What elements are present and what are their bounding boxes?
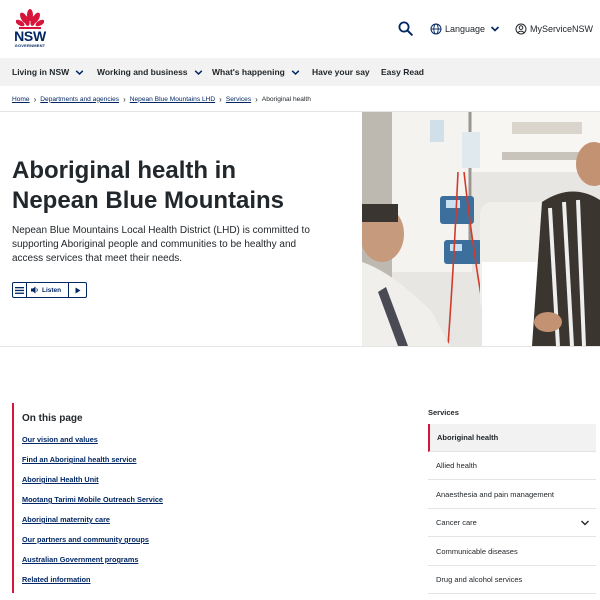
hero-photo — [362, 112, 600, 346]
main-navigation: Living in NSW Working and business What'… — [0, 58, 600, 86]
nav-item-label: Have your say — [312, 67, 370, 77]
logo-wordmark: NSW — [14, 28, 46, 44]
services-item-label: Communicable diseases — [436, 547, 518, 556]
services-item-anaesthesia[interactable]: Anaesthesia and pain management — [428, 481, 596, 509]
services-item-label: Aboriginal health — [437, 433, 499, 442]
play-icon — [75, 287, 80, 293]
chevron-right-icon: › — [219, 94, 222, 104]
menu-icon[interactable] — [13, 283, 27, 297]
listen-player[interactable]: Listen — [12, 282, 87, 298]
breadcrumb: Home › Departments and agencies › Nepean… — [12, 94, 311, 104]
search-icon[interactable] — [398, 21, 413, 36]
on-this-page-link[interactable]: Aboriginal maternity care — [22, 515, 110, 524]
nav-item-label: Easy Read — [381, 67, 424, 77]
nav-item-working-and-business[interactable]: Working and business — [97, 58, 203, 86]
globe-icon — [430, 23, 442, 35]
chevron-down-icon — [75, 69, 84, 75]
myservicensw-link[interactable]: MyServiceNSW — [515, 21, 593, 37]
chevron-right-icon: › — [255, 94, 258, 104]
services-heading: Services — [428, 408, 459, 417]
services-item-label: Allied health — [436, 461, 477, 470]
on-this-page-link[interactable]: Our vision and values — [22, 435, 98, 444]
myservicensw-label: MyServiceNSW — [530, 24, 594, 34]
chevron-down-icon — [490, 26, 500, 32]
services-item-aboriginal-health[interactable]: Aboriginal health — [428, 424, 596, 452]
language-label: Language — [445, 24, 486, 34]
nav-item-whats-happening[interactable]: What's happening — [212, 58, 300, 86]
breadcrumb-current: Aboriginal health — [261, 95, 311, 103]
on-this-page: On this page Our vision and values Find … — [12, 403, 272, 593]
language-selector[interactable]: Language — [430, 21, 500, 37]
on-this-page-link[interactable]: Find an Aboriginal health service — [22, 455, 136, 464]
services-item-label: Cancer care — [436, 518, 477, 527]
page-title-line: Aboriginal health in — [12, 157, 237, 184]
play-button[interactable] — [68, 283, 86, 297]
page-title: Aboriginal health in Nepean Blue Mountai… — [12, 156, 352, 216]
services-item-allied-health[interactable]: Allied health — [428, 452, 596, 480]
nsw-government-logo[interactable]: NSW GOVERNMENT — [12, 9, 48, 49]
services-item-cancer-care[interactable]: Cancer care — [428, 509, 596, 537]
services-item-label: Drug and alcohol services — [436, 575, 523, 584]
site-header: NSW GOVERNMENT Language MyServiceNSW — [0, 0, 600, 58]
services-item-label: Anaesthesia and pain management — [436, 490, 555, 499]
logo-subtext: GOVERNMENT — [14, 43, 46, 48]
page-intro: Nepean Blue Mountains Local Health Distr… — [12, 225, 310, 264]
nav-item-have-your-say[interactable]: Have your say — [312, 58, 370, 86]
listen-label: Listen — [42, 286, 62, 294]
chevron-right-icon: › — [123, 94, 126, 104]
services-item-communicable-diseases[interactable]: Communicable diseases — [428, 538, 596, 566]
on-this-page-link[interactable]: Mootang Tarimi Mobile Outreach Service — [22, 495, 163, 504]
breadcrumb-link-departments[interactable]: Departments and agencies — [40, 96, 119, 103]
user-icon — [515, 23, 527, 35]
chevron-right-icon: › — [33, 94, 37, 104]
page-title-line: Nepean Blue Mountains — [12, 187, 285, 214]
speaker-icon — [31, 286, 38, 294]
on-this-page-link[interactable]: Australian Government programs — [22, 555, 138, 564]
nav-item-label: What's happening — [212, 67, 285, 77]
nav-item-label: Living in NSW — [12, 67, 70, 77]
on-this-page-link[interactable]: Related information — [22, 575, 91, 584]
breadcrumb-link-services[interactable]: Services — [226, 96, 251, 103]
chevron-down-icon — [291, 69, 300, 75]
hamburger-icon — [15, 286, 24, 294]
on-this-page-link[interactable]: Our partners and community groups — [22, 535, 149, 544]
chevron-down-icon[interactable] — [580, 519, 590, 527]
divider — [0, 346, 600, 347]
breadcrumb-link-home[interactable]: Home — [12, 96, 30, 103]
on-this-page-link[interactable]: Aboriginal Health Unit — [22, 475, 99, 484]
nav-item-easy-read[interactable]: Easy Read — [381, 58, 424, 86]
on-this-page-title: On this page — [22, 413, 83, 424]
breadcrumb-link-nbmlhd[interactable]: Nepean Blue Mountains LHD — [130, 96, 215, 103]
nav-item-living-in-nsw[interactable]: Living in NSW — [12, 58, 84, 86]
chevron-down-icon — [194, 69, 202, 75]
services-item-drug-and-alcohol[interactable]: Drug and alcohol services — [428, 566, 596, 594]
nav-item-label: Working and business — [97, 67, 188, 77]
